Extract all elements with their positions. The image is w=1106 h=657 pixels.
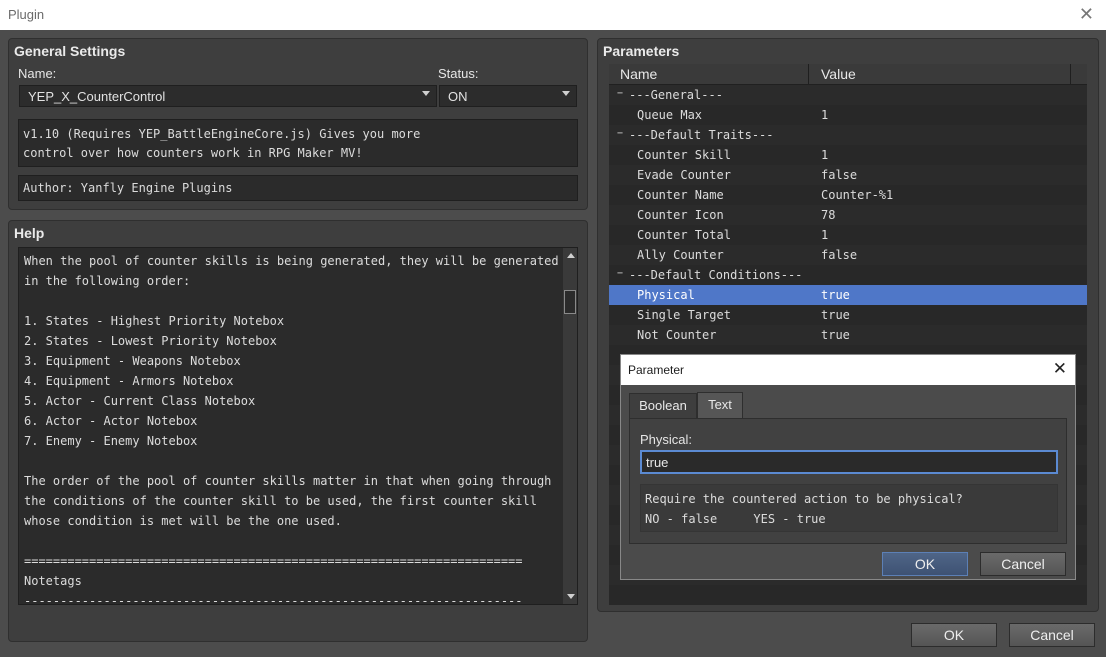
dialog-title: Parameter xyxy=(628,363,685,377)
parameter-value: false xyxy=(821,248,858,262)
parameter-value: 1 xyxy=(821,108,829,122)
description-text: v1.10 (Requires YEP_BattleEngineCore.js)… xyxy=(23,127,421,160)
parameter-name: ---General--- xyxy=(629,88,723,102)
help-group: Help When the pool of counter skills is … xyxy=(8,220,588,642)
parameter-name: Single Target xyxy=(637,308,731,322)
dialog-ok-button[interactable]: OK xyxy=(882,552,968,576)
general-settings-title: General Settings xyxy=(14,43,126,59)
general-settings-group: General Settings Name: YEP_X_CounterCont… xyxy=(8,38,588,210)
empty-row xyxy=(609,605,1087,625)
parameter-value: true xyxy=(821,288,850,302)
name-combobox[interactable]: YEP_X_CounterControl xyxy=(19,85,437,107)
scroll-up-icon[interactable] xyxy=(567,253,575,258)
parameter-value: Counter-%1 xyxy=(821,188,894,202)
value-input[interactable]: true xyxy=(640,450,1058,474)
dialog-titlebar: Parameter ✕ xyxy=(621,355,1075,385)
help-scrollbar[interactable] xyxy=(563,248,577,604)
table-row[interactable]: Not Counter true xyxy=(609,325,1087,345)
column-header-name[interactable]: Name xyxy=(620,66,657,82)
table-row[interactable]: Counter Total 1 xyxy=(609,225,1087,245)
window-titlebar: Plugin ✕ xyxy=(0,0,1106,30)
close-icon[interactable]: ✕ xyxy=(1079,4,1094,25)
status-combobox[interactable]: ON xyxy=(439,85,577,107)
chevron-down-icon xyxy=(422,91,430,96)
parameter-name: Counter Name xyxy=(637,188,724,202)
parameter-name: ---Default Conditions--- xyxy=(629,268,803,282)
parameter-value: 78 xyxy=(821,208,836,222)
table-row[interactable]: Queue Max 1 xyxy=(609,105,1087,125)
tab-text[interactable]: Text xyxy=(697,392,743,419)
tab-boolean[interactable]: Boolean xyxy=(629,393,697,419)
parameter-name: Evade Counter xyxy=(637,168,731,182)
parameter-name: Ally Counter xyxy=(637,248,724,262)
parameter-group-row[interactable]: − ---Default Traits--- xyxy=(609,125,1087,145)
table-row[interactable]: Counter Skill 1 xyxy=(609,145,1087,165)
table-row[interactable]: Evade Counter false xyxy=(609,165,1087,185)
table-row[interactable]: Single Target true xyxy=(609,305,1087,325)
parameter-name: Not Counter xyxy=(637,328,717,342)
help-textarea[interactable]: When the pool of counter skills is being… xyxy=(18,247,578,605)
collapse-icon[interactable]: − xyxy=(617,268,623,279)
parameter-name: Counter Skill xyxy=(637,148,731,162)
status-combobox-value: ON xyxy=(448,89,468,104)
field-label: Physical: xyxy=(640,432,693,447)
status-label: Status: xyxy=(438,66,479,81)
table-row[interactable]: Counter Icon 78 xyxy=(609,205,1087,225)
close-icon[interactable]: ✕ xyxy=(1053,359,1067,379)
window-title: Plugin xyxy=(8,7,45,22)
parameter-name: Counter Total xyxy=(637,228,731,242)
author-box: Author: Yanfly Engine Plugins xyxy=(18,175,578,201)
parameter-group-row[interactable]: − ---General--- xyxy=(609,85,1087,105)
column-divider xyxy=(1070,64,1071,84)
help-title: Help xyxy=(14,225,45,241)
ok-button[interactable]: OK xyxy=(911,623,997,647)
parameter-value: true xyxy=(821,308,850,322)
parameter-note-box: Require the countered action to be physi… xyxy=(640,484,1058,532)
parameter-name: Counter Icon xyxy=(637,208,724,222)
parameter-name: Physical xyxy=(637,288,695,302)
chevron-down-icon xyxy=(562,91,570,96)
name-label: Name: xyxy=(18,66,57,81)
parameters-title: Parameters xyxy=(603,43,680,59)
parameter-value: 1 xyxy=(821,148,829,162)
parameter-value: false xyxy=(821,168,858,182)
column-divider xyxy=(808,64,809,84)
help-text: When the pool of counter skills is being… xyxy=(24,254,559,605)
text-tab-panel: Physical: true Require the countered act… xyxy=(629,418,1067,544)
parameter-value: true xyxy=(821,328,850,342)
author-text: Author: Yanfly Engine Plugins xyxy=(23,181,233,195)
scroll-down-icon[interactable] xyxy=(567,594,575,599)
scrollbar-thumb[interactable] xyxy=(564,290,576,314)
dialog-cancel-button[interactable]: Cancel xyxy=(980,552,1066,576)
collapse-icon[interactable]: − xyxy=(617,88,623,99)
table-row[interactable]: Ally Counter false xyxy=(609,245,1087,265)
collapse-icon[interactable]: − xyxy=(617,128,623,139)
parameter-value: 1 xyxy=(821,228,829,242)
parameter-name: ---Default Traits--- xyxy=(629,128,774,142)
table-row[interactable]: Physical true xyxy=(609,285,1087,305)
table-row[interactable]: Counter Name Counter-%1 xyxy=(609,185,1087,205)
parameter-dialog: Parameter ✕ Boolean Text Physical: true … xyxy=(620,354,1076,580)
name-combobox-value: YEP_X_CounterControl xyxy=(28,89,166,104)
table-header: Name Value xyxy=(609,64,1087,85)
parameter-name: Queue Max xyxy=(637,108,703,122)
parameter-group-row[interactable]: − ---Default Conditions--- xyxy=(609,265,1087,285)
cancel-button[interactable]: Cancel xyxy=(1009,623,1095,647)
column-header-value[interactable]: Value xyxy=(821,66,856,82)
parameter-note-text: Require the countered action to be physi… xyxy=(645,492,963,526)
empty-row xyxy=(609,585,1087,605)
description-box: v1.10 (Requires YEP_BattleEngineCore.js)… xyxy=(18,119,578,167)
